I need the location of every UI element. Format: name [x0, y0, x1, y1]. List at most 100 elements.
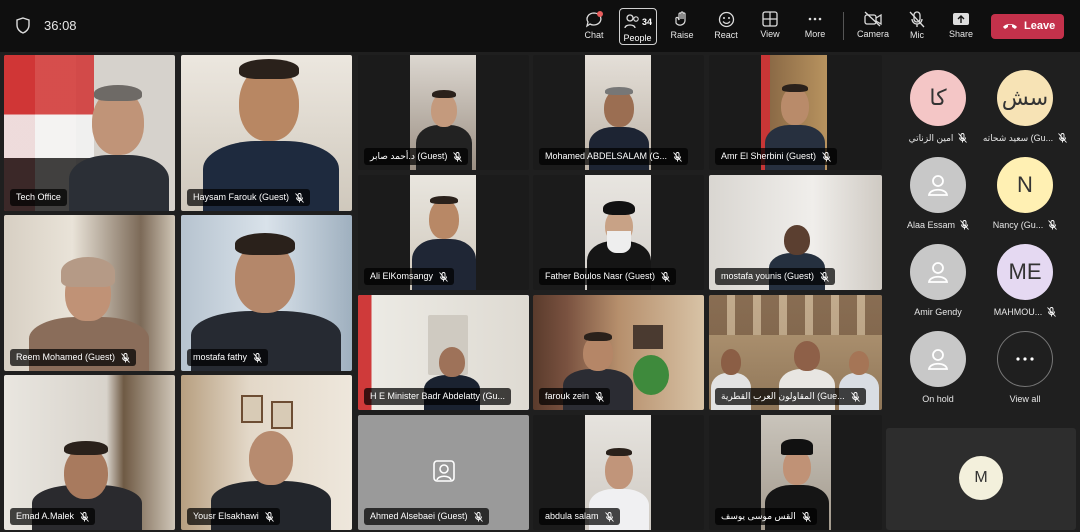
meeting-timer: 36:08 [44, 18, 77, 33]
participant-name: mostafa fathy [187, 349, 269, 366]
avatar: N [997, 157, 1053, 213]
people-count: 34 [642, 17, 653, 27]
participant-name: Reem Mohamed (Guest) [10, 349, 137, 366]
participant-name: Mohamed ABDELSALAM (G... [539, 148, 689, 165]
mic-off-icon [673, 151, 682, 162]
participant-avatar[interactable]: كا امين الزناتي [894, 70, 982, 144]
video-tile[interactable]: Father Boulos Nasr (Guest) [533, 175, 704, 290]
video-tile[interactable]: Yousr Elsakhawi [181, 375, 352, 530]
participant-avatar[interactable]: سش سعيد شحاته (Gu... [981, 70, 1069, 144]
video-tile[interactable]: Reem Mohamed (Guest) [4, 215, 175, 371]
mic-off-icon [820, 271, 829, 282]
video-tile[interactable]: farouk zein [533, 295, 704, 410]
more-icon [1016, 357, 1034, 361]
share-button[interactable]: Share [947, 8, 975, 46]
people-label: People [623, 33, 652, 43]
presenter-placeholder-icon [433, 460, 455, 482]
participant-name: Ali ElKomsangy [364, 268, 455, 285]
chat-icon [585, 11, 603, 28]
video-tile[interactable]: abdula salam [533, 415, 704, 530]
participant-name: Ahmed Alsebaei (Guest) [364, 508, 489, 525]
people-icon [624, 14, 639, 29]
mic-off-icon [1058, 133, 1067, 143]
mic-off-icon [264, 511, 274, 522]
mic-button[interactable]: Mic [904, 8, 930, 46]
hand-icon [675, 11, 686, 26]
participant-name: Yousr Elsakhawi [187, 508, 280, 525]
participant-name: Haysam Farouk (Guest) [187, 189, 311, 206]
mic-off-icon [253, 352, 262, 363]
camera-button[interactable]: Camera [856, 8, 890, 46]
more-icon [808, 17, 822, 21]
avatar [910, 157, 966, 213]
avatar: M [959, 456, 1003, 500]
video-tile[interactable]: Ali ElKomsangy [358, 175, 529, 290]
mic-off-icon [473, 511, 483, 522]
mic-off-icon [604, 511, 614, 522]
mic-off-icon [1047, 307, 1057, 317]
mic-off-icon [439, 271, 448, 282]
video-tile[interactable]: mostafa fathy [181, 215, 352, 371]
avatar [997, 331, 1053, 387]
participant-name: Emad A.Malek [10, 508, 96, 525]
people-button[interactable]: 34 People [619, 8, 657, 45]
shield-icon [16, 17, 30, 34]
mic-off-icon [958, 133, 968, 143]
video-tile[interactable]: Tech Office [4, 55, 175, 211]
video-tile[interactable]: القس موسى يوسف [709, 415, 882, 530]
avatar: ME [997, 244, 1053, 300]
mic-off-icon [595, 391, 604, 402]
video-tile[interactable]: Haysam Farouk (Guest) [181, 55, 352, 211]
participant-avatar[interactable]: ME MAHMOU... [981, 244, 1069, 317]
participant-name: H E Minister Badr Abdelatty (Gu... [364, 388, 512, 405]
video-tile[interactable]: المقاولون العرب القطرية (Gue... [709, 295, 882, 410]
video-tile[interactable]: Amr El Sherbini (Guest) [709, 55, 882, 170]
mic-off-icon [661, 271, 670, 282]
video-tile[interactable]: mostafa younis (Guest) [709, 175, 882, 290]
more-button[interactable]: More [802, 8, 828, 46]
avatar: سش [997, 70, 1053, 126]
video-tile[interactable]: Ahmed Alsebaei (Guest) [358, 415, 529, 530]
meeting-toolbar: 36:08 Chat 34 People Raise React View Mo… [0, 0, 1080, 52]
leave-button[interactable]: Leave [991, 14, 1064, 39]
participant-name: المقاولون العرب القطرية (Gue... [715, 388, 866, 405]
participant-avatar[interactable]: N Nancy (Gu... [981, 157, 1069, 230]
self-view-tile[interactable]: M [886, 428, 1076, 530]
mic-off-icon [295, 192, 304, 203]
person-icon [927, 175, 949, 196]
participant-name: Tech Office [10, 189, 67, 206]
person-icon [927, 349, 949, 370]
on-hold-avatar[interactable]: On hold [894, 331, 982, 404]
participant-avatar[interactable]: Amir Gendy [894, 244, 982, 317]
chat-button[interactable]: Chat [581, 8, 607, 46]
mic-off-icon [850, 391, 860, 402]
participant-name: abdula salam [539, 508, 620, 525]
participant-name: Amr El Sherbini (Guest) [715, 148, 838, 165]
video-tile[interactable]: Emad A.Malek [4, 375, 175, 530]
mic-off-icon [80, 511, 89, 522]
participant-name: farouk zein [539, 388, 611, 405]
avatar [910, 244, 966, 300]
participant-avatar[interactable]: Alaa Essam [894, 157, 982, 230]
hang-up-icon [1003, 24, 1017, 29]
camera-off-icon [864, 11, 882, 27]
participant-name: القس موسى يوسف [715, 508, 817, 525]
grid-view-icon [762, 11, 778, 27]
react-button[interactable]: React [712, 8, 740, 46]
raise-hand-button[interactable]: Raise [669, 8, 695, 46]
mic-off-icon [909, 11, 925, 28]
person-icon [927, 262, 949, 283]
share-icon [953, 13, 969, 25]
mic-off-icon [801, 511, 811, 522]
toolbar-divider [843, 12, 844, 40]
active-speaker-tile[interactable]: H E Minister Badr Abdelatty (Gu... [358, 295, 529, 410]
view-button[interactable]: View [757, 8, 783, 46]
video-tile[interactable]: Mohamed ABDELSALAM (G... [533, 55, 704, 170]
participant-name: mostafa younis (Guest) [715, 268, 836, 285]
video-tile[interactable]: د.أحمد صابر (Guest) [358, 55, 529, 170]
mic-off-icon [822, 151, 831, 162]
participant-name: Father Boulos Nasr (Guest) [539, 268, 677, 285]
mic-off-icon [453, 151, 463, 162]
avatar: كا [910, 70, 966, 126]
view-all-button[interactable]: View all [981, 331, 1069, 404]
